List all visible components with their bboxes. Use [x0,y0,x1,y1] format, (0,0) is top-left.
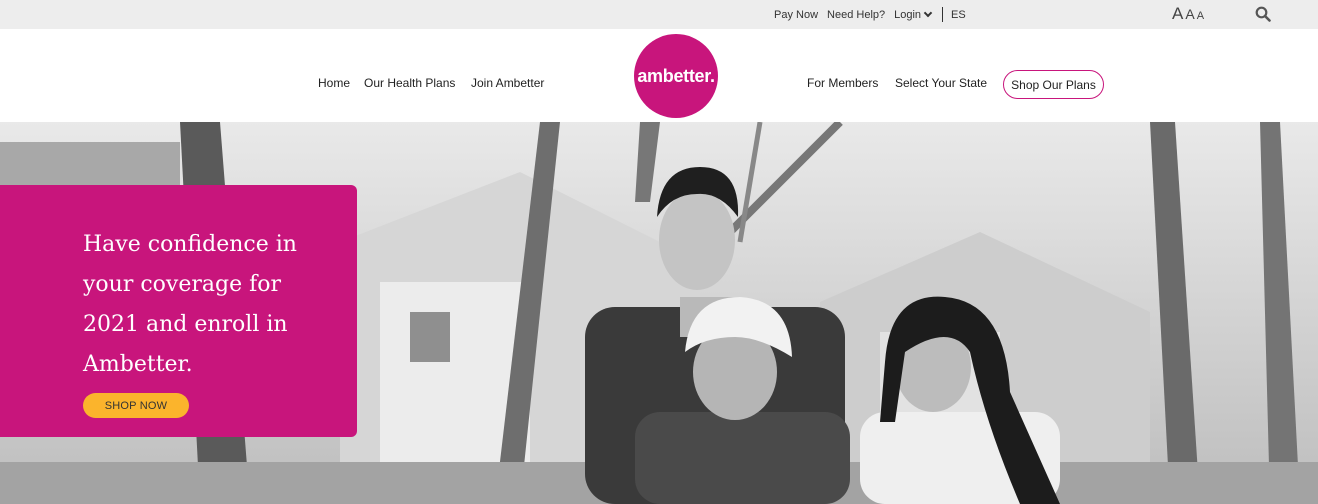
font-size-small[interactable]: A [1197,11,1204,22]
shop-now-button[interactable]: SHOP NOW [83,393,189,418]
utility-links: Pay Now Need Help? Login ES [774,7,975,22]
nav-join-ambetter[interactable]: Join Ambetter [471,76,544,90]
font-size-large[interactable]: A [1172,5,1183,22]
login-dropdown[interactable]: Login [894,8,933,21]
chevron-down-icon [923,8,933,17]
hero-banner: Have confidence in your coverage for 202… [0,122,1318,504]
logo-wordmark: ambetter. [637,65,715,86]
font-size-medium[interactable]: A [1185,7,1194,21]
search-icon[interactable] [1255,6,1271,22]
shop-our-plans-button[interactable]: Shop Our Plans [1003,70,1104,99]
nav-home[interactable]: Home [318,76,350,90]
nav-for-members[interactable]: For Members [807,76,878,90]
nav-select-your-state[interactable]: Select Your State [895,76,987,90]
promo-card: Have confidence in your coverage for 202… [0,185,357,437]
font-size-controls: A A A [1172,5,1206,22]
utility-bar: Pay Now Need Help? Login ES A A A [0,0,1318,29]
ambetter-logo[interactable]: ambetter. [634,34,718,118]
language-toggle[interactable]: ES [951,9,966,21]
pay-now-link[interactable]: Pay Now [774,9,818,21]
login-label: Login [894,8,922,21]
main-header: Home Our Health Plans Join Ambetter ambe… [0,29,1318,122]
nav-our-health-plans[interactable]: Our Health Plans [364,76,455,90]
promo-heading: Have confidence in your coverage for 202… [83,232,297,377]
utility-divider [942,7,944,22]
need-help-link[interactable]: Need Help? [827,9,885,21]
